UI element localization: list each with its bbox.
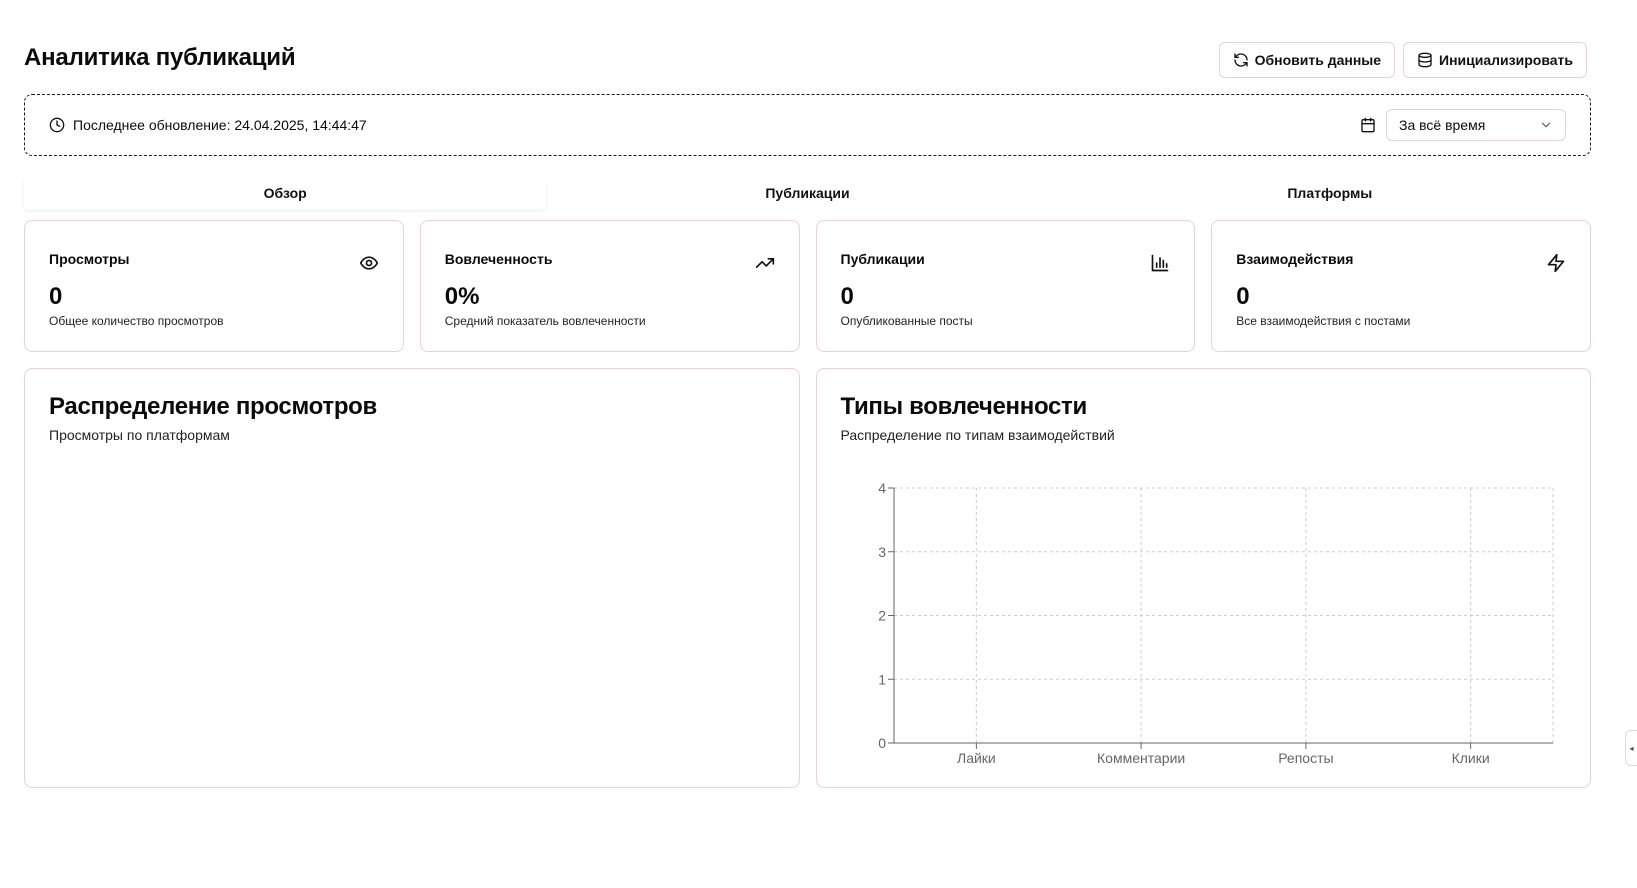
sidebar-toggle-handle[interactable]: ◂ xyxy=(1625,730,1637,766)
chart-panels: Распределение просмотров Просмотры по пл… xyxy=(24,368,1591,788)
clock-icon xyxy=(49,117,65,133)
y-tick-label: 1 xyxy=(878,671,886,687)
panel-title: Распределение просмотров xyxy=(49,393,377,420)
y-tick-label: 0 xyxy=(878,735,886,751)
database-icon xyxy=(1418,52,1432,68)
stat-value: 0 xyxy=(840,283,854,310)
eye-icon xyxy=(359,256,378,270)
y-tick-label: 4 xyxy=(878,480,886,496)
stat-title: Вовлеченность xyxy=(444,251,553,267)
trending-up-icon xyxy=(755,258,774,268)
stat-title: Публикации xyxy=(840,251,925,267)
stat-description: Средний показатель вовлеченности xyxy=(444,314,646,328)
analytics-page: Аналитика публикаций Обновить данные Ини… xyxy=(0,0,1637,888)
stat-value: 0 xyxy=(1236,283,1250,310)
y-tick-label: 3 xyxy=(878,544,886,560)
stat-description: Общее количество просмотров xyxy=(49,314,224,328)
engagement-bar-chart: 0 1 2 3 4 Лайки Комментарии Репосты Клики xyxy=(878,480,1553,766)
tabs: Обзор Публикации Платформы xyxy=(24,176,1591,210)
refresh-button[interactable]: Обновить данные xyxy=(1218,42,1396,78)
y-tick-label: 2 xyxy=(878,608,886,624)
last-update-text: Последнее обновление: 24.04.2025, 14:44:… xyxy=(73,117,367,133)
stat-title: Просмотры xyxy=(49,251,130,267)
stat-card-publications: Публикации 0 Опубликованные посты xyxy=(815,220,1196,352)
stat-card-views: Просмотры 0 Общее количество просмотров xyxy=(24,220,404,352)
stat-card-engagement: Вовлеченность 0% Средний показатель вовл… xyxy=(419,220,800,352)
x-tick-label: Комментарии xyxy=(1097,750,1185,766)
tab-overview[interactable]: Обзор xyxy=(24,176,547,210)
tab-publications[interactable]: Публикации xyxy=(546,176,1068,210)
last-update: Последнее обновление: 24.04.2025, 14:44:… xyxy=(49,117,367,133)
status-bar: Последнее обновление: 24.04.2025, 14:44:… xyxy=(24,94,1591,156)
calendar-icon xyxy=(1361,117,1375,133)
views-distribution-panel: Распределение просмотров Просмотры по пл… xyxy=(24,368,800,788)
initialize-button-label: Инициализировать xyxy=(1439,52,1573,68)
period-filter: За всё время xyxy=(1360,109,1566,141)
refresh-icon xyxy=(1233,53,1248,67)
panel-title: Типы вовлеченности xyxy=(840,393,1088,420)
stat-description: Опубликованные посты xyxy=(840,314,973,328)
stat-description: Все взаимодействия с постами xyxy=(1236,314,1411,328)
x-tick-label: Лайки xyxy=(957,750,996,766)
panel-subtitle: Распределение по типам взаимодействий xyxy=(840,427,1115,443)
x-tick-label: Репосты xyxy=(1278,750,1333,766)
initialize-button[interactable]: Инициализировать xyxy=(1403,42,1587,78)
page-title: Аналитика публикаций xyxy=(24,44,296,71)
stat-title: Взаимодействия xyxy=(1236,251,1354,267)
period-select[interactable]: За всё время xyxy=(1386,109,1566,141)
bar-chart-icon xyxy=(1151,254,1169,272)
panel-subtitle: Просмотры по платформам xyxy=(49,427,230,443)
x-tick-label: Клики xyxy=(1451,750,1489,766)
stat-card-interactions: Взаимодействия 0 Все взаимодействия с по… xyxy=(1211,220,1591,352)
header-actions: Обновить данные Инициализировать xyxy=(1218,42,1587,78)
stats-grid: Просмотры 0 Общее количество просмотров … xyxy=(24,220,1591,352)
period-select-value: За всё время xyxy=(1399,117,1486,133)
engagement-chart: 0 1 2 3 4 Лайки Комментарии Репосты Клики xyxy=(841,479,1576,774)
engagement-types-panel: Типы вовлеченности Распределение по типа… xyxy=(815,368,1591,788)
refresh-button-label: Обновить данные xyxy=(1254,52,1382,68)
zap-icon xyxy=(1547,253,1565,273)
chevron-down-icon xyxy=(1541,122,1551,128)
stat-value: 0% xyxy=(444,283,480,310)
tab-platforms[interactable]: Платформы xyxy=(1069,176,1591,210)
stat-value: 0 xyxy=(49,283,63,310)
